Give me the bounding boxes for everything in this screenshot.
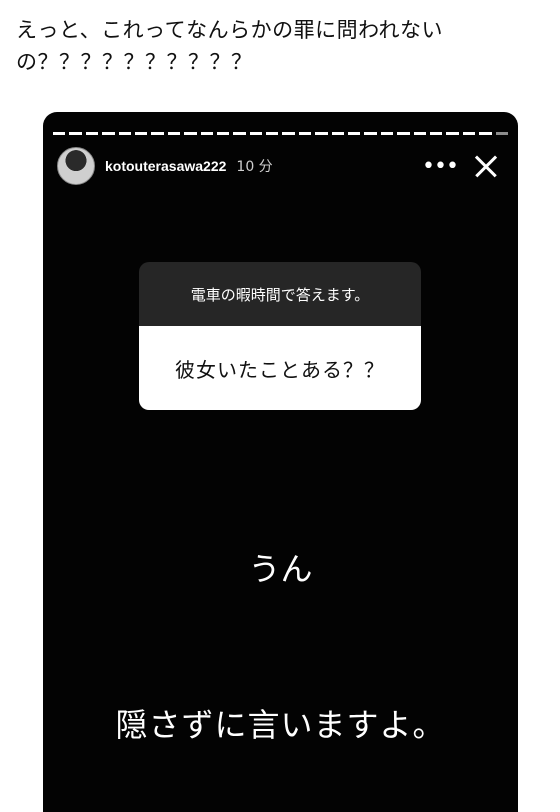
progress-segment: [462, 132, 476, 135]
progress-segment: [85, 132, 99, 135]
progress-segment: [200, 132, 213, 135]
progress-segment: [495, 132, 508, 135]
progress-segment: [102, 132, 115, 135]
username[interactable]: kotouterasawa222: [105, 158, 226, 174]
more-horizontal-icon[interactable]: •••: [422, 154, 459, 179]
progress-segment: [249, 132, 263, 135]
question-sticker: 電車の暇時間で答えます。 彼女いたことある？？: [139, 262, 421, 410]
progress-segment: [397, 132, 410, 135]
answer-text-line2: 隠さずに言いますよ。: [115, 706, 446, 744]
progress-segment: [298, 132, 312, 135]
tweet-text: えっと、これってなんらかの罪に問われない の？？？？？？？？？？: [16, 18, 444, 74]
progress-segment: [331, 132, 345, 135]
story-progress-bar: [53, 132, 508, 135]
progress-segment: [69, 132, 82, 135]
progress-segment: [151, 132, 164, 135]
progress-segment: [53, 132, 66, 135]
progress-segment: [348, 132, 361, 135]
progress-segment: [364, 132, 377, 135]
progress-segment: [446, 132, 459, 135]
instagram-story[interactable]: kotouterasawa222 10 分 ••• 電車の暇時間で答えます。 彼…: [43, 112, 518, 812]
progress-segment: [134, 132, 148, 135]
question-header: 電車の暇時間で答えます。: [139, 262, 421, 326]
progress-segment: [413, 132, 426, 135]
progress-segment: [479, 132, 492, 135]
answer-text-line1: うん: [248, 550, 313, 588]
progress-segment: [282, 132, 295, 135]
progress-segment: [233, 132, 246, 135]
progress-segment: [315, 132, 328, 135]
progress-segment: [216, 132, 230, 135]
progress-segment: [184, 132, 197, 135]
timestamp: 10 分: [236, 159, 273, 175]
story-header: kotouterasawa222 10 分 •••: [57, 146, 504, 186]
progress-segment: [380, 132, 394, 135]
progress-segment: [167, 132, 181, 135]
close-icon[interactable]: [468, 148, 504, 184]
question-text: 彼女いたことある？？: [139, 326, 421, 410]
progress-segment: [429, 132, 443, 135]
avatar[interactable]: [57, 147, 95, 185]
progress-segment: [118, 132, 131, 135]
progress-segment: [266, 132, 279, 135]
